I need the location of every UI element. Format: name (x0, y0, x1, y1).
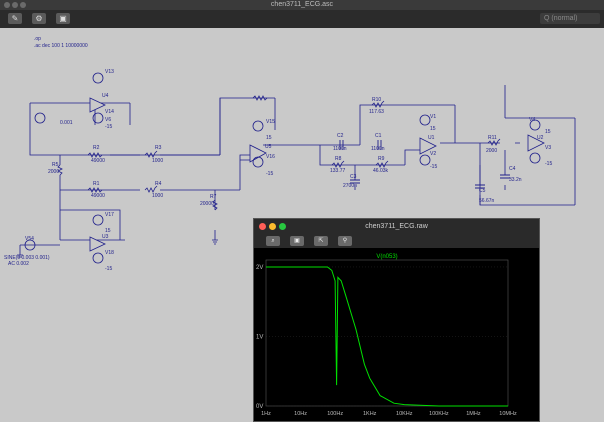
label-u2: U2 (537, 135, 544, 141)
label-v14: V14 (105, 109, 114, 115)
directive-ac[interactable]: .ac dec 100 1 10000000 (34, 43, 88, 49)
label-r11: R11 (488, 135, 497, 141)
label-r9: R9 (378, 156, 385, 162)
label-4603k: 46.03k (373, 168, 389, 174)
x-tick-label: 10KHz (396, 411, 413, 417)
label-49000a: 49000 (91, 158, 105, 164)
label-r2: R2 (93, 145, 100, 151)
plot-window-title: chen3711_ECG.raw (365, 223, 428, 230)
waveform-window[interactable]: chen3711_ECG.raw ⌕ ▣ ⇱ ⚲ V(n053) 2V 1V 0V … (253, 218, 540, 422)
label-332n: 33.2n (509, 177, 522, 183)
label-15e: 15 (545, 129, 551, 135)
label-v2: V2 (430, 151, 436, 157)
search-input[interactable]: Q (normal) (540, 13, 600, 24)
label-v54: V54 (25, 236, 34, 242)
x-tick-label: 10MHz (499, 411, 517, 417)
directive-op[interactable]: .op (34, 36, 41, 42)
x-tick-label: 1MHz (466, 411, 481, 417)
label-1000b: 1000 (152, 193, 163, 199)
label-13377: 133.77 (330, 168, 346, 174)
label-r10: R10 (372, 97, 381, 103)
label-r3: R3 (155, 145, 162, 151)
label-u3: U3 (102, 234, 109, 240)
label-v18: V18 (105, 250, 114, 256)
label-r7: R7 (210, 194, 217, 200)
plot-titlebar: chen3711_ECG.raw (254, 219, 539, 234)
label-r1: R1 (93, 181, 100, 187)
label-15c: 15 (105, 228, 111, 234)
label-neg15d: -15 (430, 164, 437, 170)
label-r4: R4 (155, 181, 162, 187)
label-v6: V6 (105, 117, 111, 123)
label-c3: C3 (350, 174, 357, 180)
x-tick-label: 10Hz (294, 411, 307, 417)
label-15d: 15 (430, 126, 436, 132)
label-49000b: 49000 (91, 193, 105, 199)
label-neg15c: -15 (105, 266, 112, 272)
label-c4: C4 (509, 166, 516, 172)
label-v4: V4 (529, 117, 535, 123)
label-v17: V17 (105, 212, 114, 218)
label-1100n-a: 1100n (333, 146, 347, 152)
label-u5: U5 (265, 144, 272, 150)
label-1000a: 1000 (152, 158, 163, 164)
label-2700n: 2700n (343, 183, 357, 189)
window-title: chen3711_ECG.asc (270, 1, 334, 8)
probe-icon[interactable]: ⚲ (338, 236, 352, 246)
y-tick-label: 1V (256, 334, 263, 340)
main-toolbar: ✎ ⚙ ▣ Q (normal) (0, 10, 604, 28)
plot-area[interactable]: V(n053) 2V 1V 0V 1Hz 10Hz 100Hz 1KHz 10KHz 100K… (254, 248, 539, 421)
label-u1: U1 (428, 135, 435, 141)
label-5667n: 56.67n (479, 198, 495, 204)
label-v16: V16 (266, 154, 275, 160)
label-c5: C5 (479, 188, 486, 194)
label-neg15b: -15 (266, 171, 273, 177)
pan-icon[interactable]: ⇱ (314, 236, 328, 246)
label-2000b: 2000 (486, 148, 497, 154)
label-neg15e: -15 (545, 161, 552, 167)
plot-frame (265, 259, 509, 407)
label-2000a: 2000 (48, 169, 59, 175)
zoom-icon[interactable]: ⌕ (266, 236, 280, 246)
label-r5: R5 (52, 162, 59, 168)
main-titlebar: chen3711_ECG.asc (0, 0, 604, 10)
settings-icon[interactable]: ⚙ (32, 13, 46, 24)
label-20000: 20000 (200, 201, 214, 207)
x-tick-label: 100Hz (327, 411, 343, 417)
label-1100n-b: 1100n (371, 146, 385, 152)
autorange-icon[interactable]: ▣ (290, 236, 304, 246)
label-0001: 0.001 (60, 120, 73, 126)
plot-toolbar: ⌕ ▣ ⇱ ⚲ (254, 234, 539, 248)
label-v15: V15 (266, 119, 275, 125)
label-r8: R8 (335, 156, 342, 162)
x-tick-label: 1Hz (261, 411, 271, 417)
label-c2: C2 (337, 133, 344, 139)
y-tick-label: 0V (256, 404, 263, 410)
label-v1: V1 (430, 114, 436, 120)
trace-label[interactable]: V(n053) (376, 254, 397, 260)
y-tick-label: 2V (256, 265, 263, 271)
label-15a: 15 (266, 135, 272, 141)
x-tick-label: 1KHz (363, 411, 377, 417)
label-v13: V13 (105, 69, 114, 75)
label-ac: AC 0.002 (8, 261, 29, 267)
x-tick-label: 100KHz (429, 411, 449, 417)
hammer-icon[interactable]: ✎ (8, 13, 22, 24)
label-c1: C1 (375, 133, 382, 139)
label-v3: V3 (545, 145, 551, 151)
component-icon[interactable]: ▣ (56, 13, 70, 24)
label-neg15: -15 (105, 124, 112, 130)
label-u4: U4 (102, 93, 109, 99)
label-11763: 117.63 (369, 109, 384, 115)
